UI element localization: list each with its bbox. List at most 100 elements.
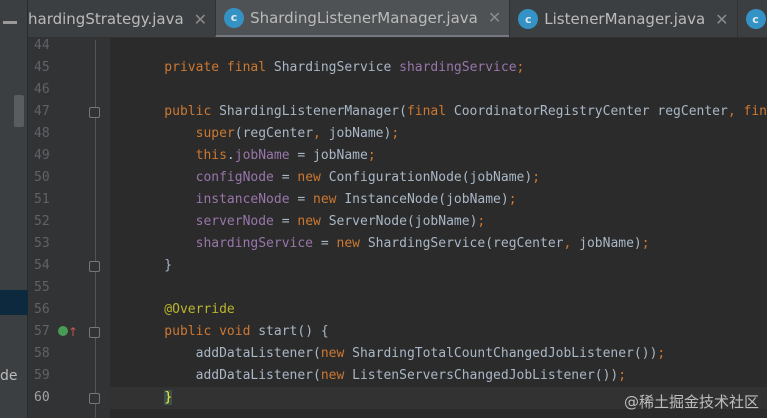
line-number[interactable]: 57 (34, 324, 54, 339)
class-icon: c (224, 7, 245, 28)
code-token: ; (641, 236, 650, 251)
code-token: , (313, 126, 329, 141)
line-number[interactable]: 55 (34, 280, 54, 295)
code-line[interactable]: public ShardingListenerManager(final Coo… (110, 101, 767, 123)
code-token: new (320, 368, 353, 383)
code-token: jobName) (328, 126, 392, 141)
line-number[interactable]: 44 (34, 38, 54, 53)
tab-2[interactable]: c ListenerManager.java ✕ (509, 0, 736, 37)
code-token: @Override (133, 302, 235, 317)
close-icon[interactable]: ✕ (194, 10, 207, 29)
editor-tabs: hardingStrategy.java ✕ c ShardingListenerMa… (28, 0, 767, 38)
code-line[interactable]: serverNode = new ServerNode(jobName); (110, 211, 767, 233)
code-line[interactable]: instanceNode = new InstanceNode(jobName)… (110, 189, 767, 211)
line-number[interactable]: 46 (34, 82, 54, 97)
code-token: = (313, 236, 337, 251)
code-token: ; (532, 170, 541, 185)
code-token: addDataListener( (133, 368, 321, 383)
tab-0[interactable]: hardingStrategy.java ✕ (28, 0, 215, 37)
fold-icon[interactable] (89, 107, 100, 118)
code-token: super (133, 126, 235, 141)
line-number[interactable]: 49 (34, 148, 54, 163)
code-line[interactable]: shardingService = new ShardingService(re… (110, 233, 767, 255)
line-number[interactable]: 51 (34, 192, 54, 207)
line-number[interactable]: 58 (34, 346, 54, 361)
code-token: new (297, 214, 329, 229)
code-token: } (164, 390, 173, 405)
code-line[interactable] (110, 277, 767, 299)
code-line[interactable]: addDataListener(new ShardingTotalCountCh… (110, 343, 767, 365)
code-token: ; (657, 346, 666, 361)
code-line[interactable]: private final ShardingService shardingSe… (110, 57, 767, 79)
code-token: start() { (258, 324, 329, 339)
fold-icon[interactable] (89, 261, 100, 272)
code-line[interactable]: this.jobName = jobName; (110, 145, 767, 167)
override-arrow-icon[interactable]: ↑ (68, 325, 78, 339)
code-line[interactable] (110, 79, 767, 101)
tab-label: hardingStrategy.java (28, 10, 184, 28)
code-token: CoordinatorRegistryCenter regCenter (453, 104, 728, 119)
code-token: = (273, 170, 298, 185)
code-token: public void (133, 324, 259, 339)
line-number[interactable]: 56 (34, 302, 54, 317)
indent-guide (95, 40, 96, 418)
code-token: , final (727, 104, 767, 119)
project-panel: de (0, 0, 28, 418)
code-token: serverNode (133, 214, 274, 229)
code-token: configNode (133, 170, 274, 185)
code-token: = (273, 214, 298, 229)
tree-item-text[interactable]: de (0, 368, 18, 384)
code-line[interactable]: public void start() { (110, 321, 767, 343)
code-token: this (133, 148, 227, 163)
tab-label: ListenerManager.java (544, 10, 706, 28)
code-token: addDataListener( (133, 346, 321, 361)
close-icon[interactable]: ✕ (488, 8, 501, 27)
close-icon[interactable]: ✕ (715, 10, 728, 29)
code-line[interactable] (110, 35, 767, 57)
code-token: } (133, 258, 173, 273)
line-number[interactable]: 53 (34, 236, 54, 251)
line-number[interactable]: 54 (34, 258, 54, 273)
override-marker[interactable]: ↑ (58, 325, 78, 339)
tab-3[interactable]: cSchedulerF (736, 0, 767, 37)
fold-icon[interactable] (89, 327, 100, 338)
scrollbar[interactable] (14, 95, 24, 127)
tab-1[interactable]: c ShardingListenerManager.java ✕ (215, 0, 510, 37)
code-token: ; (618, 368, 627, 383)
code-token: . (226, 148, 235, 163)
line-number[interactable]: 59 (34, 368, 54, 383)
collapse-icon[interactable] (3, 21, 17, 24)
line-number[interactable]: 47 (34, 104, 54, 119)
code-token: InstanceNode(jobName) (344, 192, 509, 207)
code-token: public (133, 104, 220, 119)
code-token: shardingService (399, 60, 517, 75)
fold-icon[interactable] (89, 393, 100, 404)
code-token: new (320, 346, 353, 361)
implements-icon[interactable] (58, 326, 68, 336)
selected-tree-row[interactable] (0, 290, 28, 315)
line-number[interactable]: 52 (34, 214, 54, 229)
code-token: ShardingService(regCenter (367, 236, 564, 251)
code-line[interactable]: addDataListener(new ListenServersChanged… (110, 365, 767, 387)
code-line[interactable]: @Override (110, 299, 767, 321)
code-line[interactable]: configNode = new ConfigurationNode(jobNa… (110, 167, 767, 189)
code-token: shardingService (133, 236, 314, 251)
code-token: final (406, 104, 454, 119)
code-token: ShardingService (273, 60, 400, 75)
code-token: ShardingListenerManager( (219, 104, 407, 119)
line-number[interactable]: 45 (34, 60, 54, 75)
line-number[interactable]: 60 (34, 390, 54, 405)
code-token: new (313, 192, 345, 207)
class-icon: c (745, 9, 766, 29)
tab-label: ShardingListenerManager.java (250, 8, 478, 27)
code-line[interactable]: super(regCenter, jobName); (110, 123, 767, 145)
code-token: ServerNode(jobName) (328, 214, 478, 229)
code-line[interactable]: } (110, 255, 767, 277)
code-token: ; (391, 126, 400, 141)
line-number[interactable]: 50 (34, 170, 54, 185)
code-token: = (289, 192, 314, 207)
watermark: @稀土掘金技术社区 (623, 393, 759, 411)
code-token: ; (477, 214, 486, 229)
line-number[interactable]: 48 (34, 126, 54, 141)
